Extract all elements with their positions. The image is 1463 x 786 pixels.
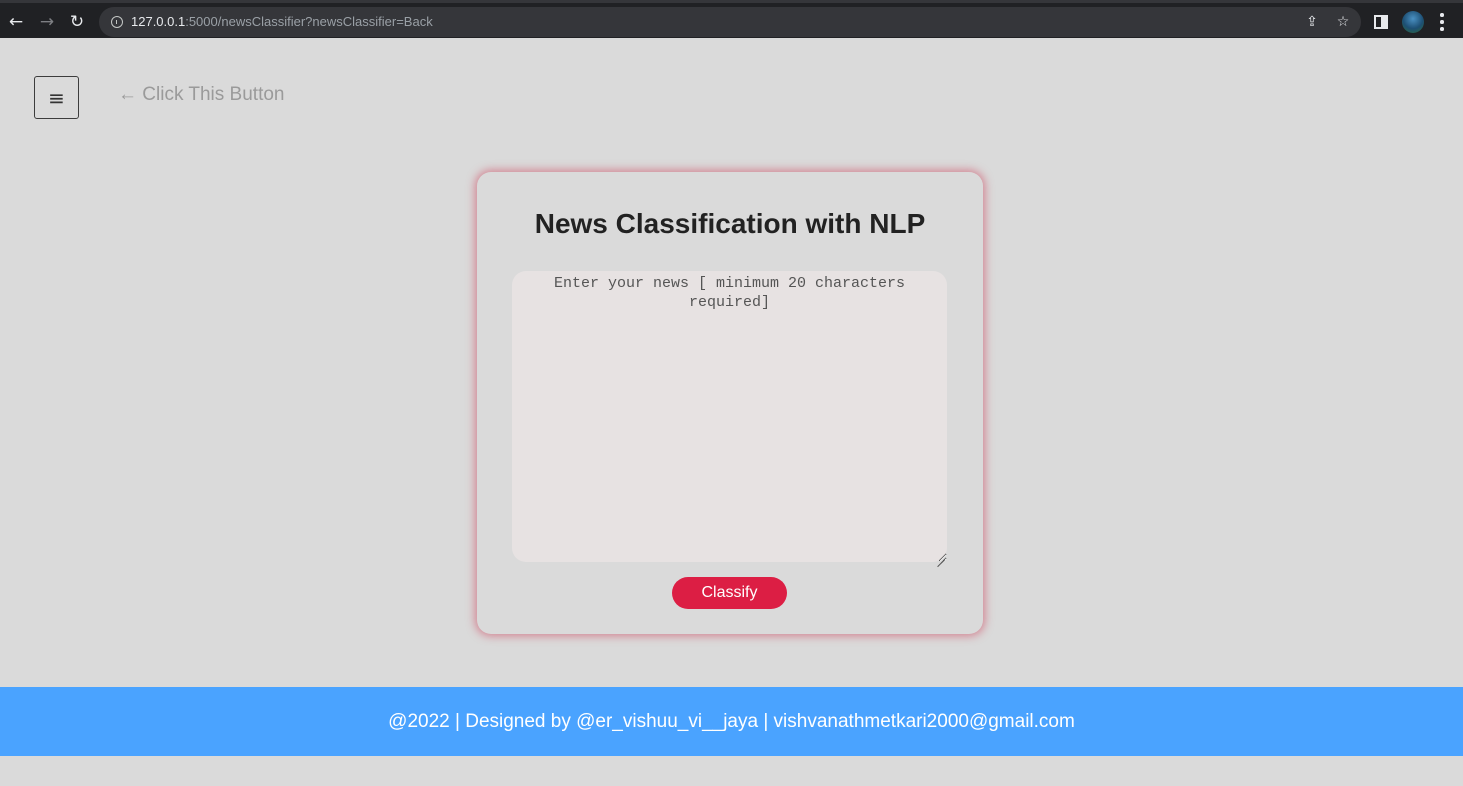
url-path: :5000/newsClassifier?newsClassifier=Back: [185, 14, 433, 29]
star-icon[interactable]: ☆: [1332, 11, 1354, 33]
browser-toolbar: ← → ↻ 127.0.0.1:5000/newsClassifier?news…: [0, 0, 1463, 38]
info-icon[interactable]: [111, 16, 123, 28]
menu-hint-text: ← Click This Button: [118, 84, 285, 105]
reload-icon[interactable]: ↻: [63, 8, 91, 36]
side-panel-icon[interactable]: [1374, 15, 1388, 29]
news-input[interactable]: [512, 271, 947, 562]
profile-avatar[interactable]: [1402, 11, 1424, 33]
back-arrow-icon[interactable]: ←: [2, 8, 30, 36]
resize-grip-icon[interactable]: [937, 552, 945, 560]
url-host: 127.0.0.1: [131, 14, 186, 29]
page-title: News Classification with NLP: [534, 208, 926, 239]
hamburger-icon: ≡: [48, 85, 65, 110]
url-text[interactable]: 127.0.0.1:5000/newsClassifier?newsClassi…: [131, 7, 433, 37]
classifier-card: News Classification with NLP Classify: [477, 172, 983, 634]
forward-arrow-icon[interactable]: →: [33, 8, 61, 36]
menu-button[interactable]: ≡: [34, 76, 79, 119]
footer: @2022 | Designed by @er_vishuu_vi__jaya …: [0, 687, 1463, 756]
footer-credits: @2022 | Designed by @er_vishuu_vi__jaya …: [388, 710, 1075, 732]
classify-button[interactable]: Classify: [672, 577, 787, 609]
share-icon[interactable]: ⇪: [1301, 11, 1323, 33]
address-bar[interactable]: 127.0.0.1:5000/newsClassifier?newsClassi…: [99, 7, 1361, 37]
more-menu-icon[interactable]: [1436, 13, 1448, 31]
